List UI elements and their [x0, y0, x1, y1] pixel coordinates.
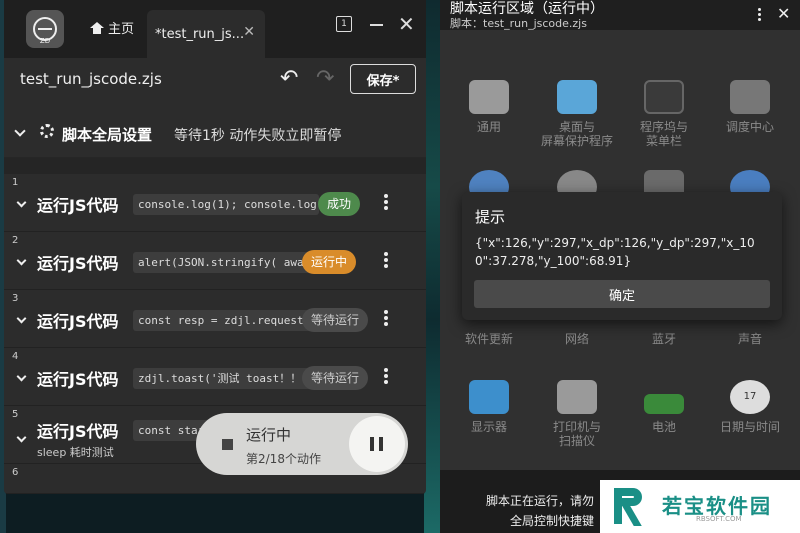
printer-icon — [557, 380, 597, 414]
step-row[interactable]: 3 运行JS代码 const resp = zdjl.requestUrl(( … — [4, 290, 426, 348]
settings-item[interactable]: 电池 — [624, 380, 704, 434]
tab-home-label: 主页 — [108, 22, 135, 37]
watermark-logo-icon — [614, 488, 652, 526]
step-title: 运行JS代码 — [37, 422, 119, 441]
step-row[interactable]: 2 运行JS代码 alert(JSON.stringify( awai... 运… — [4, 232, 426, 290]
pause-button[interactable] — [349, 416, 405, 472]
chevron-down-icon[interactable] — [16, 432, 27, 443]
undo-icon[interactable]: ↶ — [280, 66, 298, 91]
watermark-subtext: RBSOFT.COM — [696, 515, 742, 523]
step-row[interactable]: 1 运行JS代码 console.log(1); console.log(2..… — [4, 174, 426, 232]
more-icon[interactable] — [384, 368, 388, 384]
step-title: 运行JS代码 — [37, 370, 119, 389]
editor-window: ZD 主页 *test_run_js... ✕ 1 ✕ test_run_jsc… — [4, 0, 426, 494]
global-settings-row[interactable]: 脚本全局设置 等待1秒 动作失败立即暂停 — [4, 102, 426, 158]
run-progress: 第2/18个动作 — [246, 452, 321, 466]
stop-icon[interactable] — [222, 439, 233, 450]
app-logo-label: ZD — [39, 37, 51, 45]
step-code: alert(JSON.stringify( awai... — [133, 252, 319, 273]
gear-icon — [40, 124, 54, 138]
settings-item[interactable]: 程序坞与 菜单栏 — [624, 80, 704, 148]
save-button[interactable]: 保存* — [350, 64, 416, 94]
chevron-down-icon[interactable] — [16, 371, 27, 382]
step-number: 6 — [12, 467, 19, 478]
step-title: 运行JS代码 — [37, 312, 119, 331]
alert-dialog: 提示 {"x":126,"y":297,"x_dp":126,"y_dp":29… — [462, 192, 782, 320]
general-icon — [469, 80, 509, 114]
dialog-title: 提示 — [475, 208, 506, 226]
more-icon[interactable] — [758, 8, 761, 23]
app-logo-icon[interactable]: ZD — [26, 10, 64, 48]
status-badge: 等待运行 — [302, 366, 369, 390]
close-icon[interactable]: ✕ — [777, 4, 790, 23]
global-settings-title: 脚本全局设置 — [62, 126, 153, 144]
settings-item[interactable]: 网络 — [537, 332, 617, 346]
chevron-down-icon[interactable] — [14, 125, 26, 137]
run-status-pill: 运行中 第2/18个动作 — [196, 413, 408, 475]
home-icon — [90, 21, 104, 34]
tab-file-label: *test_run_js... — [155, 26, 245, 42]
section-divider — [4, 158, 426, 174]
settings-item[interactable]: 调度中心 — [710, 80, 790, 134]
step-code: console.log(1); console.log(2... — [133, 194, 319, 215]
display-icon — [469, 380, 509, 414]
more-icon[interactable] — [384, 310, 388, 326]
settings-item[interactable]: 打印机与 扫描仪 — [537, 380, 617, 448]
mission-control-icon — [730, 80, 770, 114]
more-icon[interactable] — [384, 252, 388, 268]
run-status-title: 运行中 — [246, 426, 292, 444]
file-name: test_run_jscode.zjs — [20, 70, 162, 88]
status-badge: 运行中 — [302, 250, 357, 274]
run-area-header: 脚本运行区域（运行中） 脚本：test_run_jscode.zjs ✕ — [440, 0, 800, 30]
step-number: 2 — [12, 235, 19, 246]
settings-item[interactable]: 17 日期与时间 — [710, 380, 790, 434]
dialog-ok-button[interactable]: 确定 — [474, 280, 770, 308]
settings-item[interactable]: 声音 — [710, 332, 790, 346]
dock-icon — [644, 80, 684, 114]
step-code: zdjl.toast('测试 toast！！'); sle — [133, 368, 319, 389]
tab-close-icon[interactable]: ✕ — [243, 24, 255, 40]
status-badge: 等待运行 — [302, 308, 369, 332]
status-badge: 成功 — [318, 192, 361, 216]
step-code: const resp = zdjl.requestUrl(( — [133, 310, 319, 331]
close-window-icon[interactable]: ✕ — [398, 12, 415, 36]
run-area-script: 脚本：test_run_jscode.zjs — [450, 17, 587, 30]
step-title: 运行JS代码 — [37, 196, 119, 215]
chevron-down-icon[interactable] — [16, 313, 27, 324]
step-number: 1 — [12, 177, 19, 188]
date-time-icon: 17 — [730, 380, 770, 414]
step-subtitle: sleep 耗时测试 — [37, 446, 114, 459]
desktop-background-strip — [424, 0, 440, 533]
settings-item[interactable]: 蓝牙 — [624, 332, 704, 346]
pause-icon — [370, 437, 374, 451]
step-number: 3 — [12, 293, 19, 304]
global-settings-meta: 等待1秒 动作失败立即暂停 — [174, 128, 342, 144]
step-title: 运行JS代码 — [37, 254, 119, 273]
battery-icon — [644, 394, 684, 414]
pip-window-icon[interactable]: 1 — [336, 16, 352, 32]
file-toolbar: test_run_jscode.zjs ↶ ↷ 保存* — [4, 58, 426, 102]
footer-message: 脚本正在运行，请勿 — [486, 494, 595, 508]
dialog-message: {"x":126,"y":297,"x_dp":126,"y_dp":297,"… — [475, 236, 755, 268]
tab-file[interactable]: *test_run_js... ✕ — [147, 10, 265, 58]
settings-item[interactable]: 显示器 — [449, 380, 529, 434]
footer-shortcut-hint: 全局控制快捷键 — [510, 514, 595, 528]
title-bar: ZD 主页 *test_run_js... ✕ 1 ✕ — [4, 0, 426, 58]
settings-item[interactable]: 软件更新 — [449, 332, 529, 346]
more-icon[interactable] — [384, 194, 388, 210]
watermark: 若宝软件园 RBSOFT.COM — [600, 480, 800, 533]
step-row[interactable]: 4 运行JS代码 zdjl.toast('测试 toast！！'); sle 等… — [4, 348, 426, 406]
redo-icon[interactable]: ↷ — [316, 66, 334, 91]
settings-item[interactable]: 桌面与 屏幕保护程序 — [537, 80, 617, 148]
chevron-down-icon[interactable] — [16, 255, 27, 266]
step-number: 4 — [12, 351, 19, 362]
tab-home[interactable]: 主页 — [90, 18, 134, 37]
settings-item[interactable]: 通用 — [449, 80, 529, 134]
desktop-icon — [557, 80, 597, 114]
step-number: 5 — [12, 409, 19, 420]
minimize-icon[interactable] — [370, 24, 383, 26]
chevron-down-icon[interactable] — [16, 197, 27, 208]
